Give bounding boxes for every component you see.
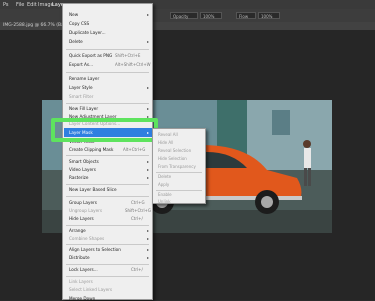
submenu-arrow-icon: ▸: [146, 228, 149, 233]
menu-item-export-as[interactable]: Export As...: [69, 62, 93, 67]
menu-item-layer-style[interactable]: Layer Style: [69, 85, 93, 90]
menu-item-create-clipping-mask[interactable]: Create Clipping Mask: [69, 147, 113, 152]
menu-separator: [66, 103, 149, 104]
submenu-arrow-icon: ▸: [146, 175, 149, 180]
menu-separator: [66, 72, 149, 73]
flow-label: Flow: [236, 12, 256, 19]
ps-logo-icon[interactable]: Ps: [3, 2, 9, 8]
submenu-arrow-icon: ▸: [146, 236, 149, 241]
submenu-item-hide-all[interactable]: Hide All: [158, 140, 173, 145]
options-bar: Opacity 100% Flow 100%: [0, 9, 375, 23]
menu-item-lock-layers[interactable]: Lock Layers...: [69, 267, 98, 272]
menu-file[interactable]: File: [16, 2, 24, 8]
opacity-label: Opacity: [170, 12, 198, 19]
menu-item-align-layers[interactable]: Align Layers to Selection: [69, 247, 121, 252]
shortcut-text: Shift+Ctrl+G: [125, 208, 152, 213]
menu-item-copy-css[interactable]: Copy CSS: [69, 21, 89, 26]
menu-separator: [66, 225, 149, 226]
menu-separator: [66, 264, 149, 265]
menu-item-group-layers[interactable]: Group Layers: [69, 200, 97, 205]
menu-item-duplicate-layer[interactable]: Duplicate Layer...: [69, 30, 106, 35]
submenu-arrow-icon: ▸: [146, 255, 149, 260]
submenu-item-reveal-all[interactable]: Reveal All: [158, 132, 178, 137]
shortcut-text: Alt+Ctrl+G: [123, 147, 146, 152]
menu-separator: [66, 155, 149, 156]
submenu-item-enable[interactable]: Enable: [158, 192, 172, 197]
menu-item-distribute[interactable]: Distribute: [69, 255, 90, 260]
menu-item-ungroup-layers[interactable]: Ungroup Layers: [69, 208, 102, 213]
menu-separator: [66, 196, 149, 197]
shortcut-text: Shift+Ctrl+E: [115, 53, 141, 58]
submenu-arrow-icon: ▸: [146, 39, 149, 44]
flow-field[interactable]: 100%: [258, 12, 280, 19]
menu-item-quick-export[interactable]: Quick Export as PNG: [69, 53, 112, 58]
menu-item-smart-objects[interactable]: Smart Objects: [69, 159, 99, 164]
menu-separator: [66, 276, 149, 277]
menu-item-delete[interactable]: Delete: [69, 39, 83, 44]
submenu-item-hide-selection[interactable]: Hide Selection: [158, 156, 187, 161]
menu-item-arrange[interactable]: Arrange: [69, 228, 86, 233]
menu-item-new[interactable]: New: [69, 12, 78, 17]
menu-item-merge-down[interactable]: Merge Down: [69, 296, 95, 301]
menu-separator: [66, 244, 149, 245]
document-tab-bar: IMG-2588.jpg @ 66.7% (Background, RGB/8): [0, 22, 375, 30]
menu-item-rename-layer[interactable]: Rename Layer: [69, 76, 99, 81]
menu-item-new-layer-based-slice[interactable]: New Layer Based Slice: [69, 187, 117, 192]
layer-menu: New ▸ Copy CSS Duplicate Layer... Delete…: [62, 3, 153, 301]
submenu-arrow-icon: ▸: [146, 247, 149, 252]
menu-item-rasterize[interactable]: Rasterize: [69, 175, 88, 180]
submenu-item-reveal-selection[interactable]: Reveal Selection: [158, 148, 191, 153]
submenu-arrow-icon: ▸: [146, 159, 149, 164]
submenu-item-delete[interactable]: Delete: [158, 174, 171, 179]
shortcut-text: Ctrl+/: [131, 216, 143, 221]
menu-item-video-layers[interactable]: Video Layers: [69, 167, 96, 172]
menu-item-select-linked-layers[interactable]: Select Linked Layers: [69, 287, 112, 292]
layer-mask-submenu: Reveal All Hide All Reveal Selection Hid…: [152, 128, 206, 204]
menu-separator: [66, 49, 149, 50]
submenu-item-from-transparency[interactable]: From Transparency: [158, 164, 196, 169]
submenu-item-unlink[interactable]: Unlink: [158, 199, 171, 204]
menu-bar: Ps File Edit Image Layer: [0, 0, 375, 9]
menu-item-smart-filter[interactable]: Smart Filter: [69, 94, 93, 99]
menu-item-new-fill-layer[interactable]: New Fill Layer: [69, 106, 98, 111]
submenu-arrow-icon: ▸: [146, 85, 149, 90]
menu-separator: [156, 172, 202, 173]
menu-edit[interactable]: Edit: [27, 2, 37, 8]
submenu-arrow-icon: ▸: [146, 167, 149, 172]
submenu-arrow-icon: ▸: [146, 12, 149, 17]
shortcut-text: Ctrl+G: [131, 200, 145, 205]
menu-item-hide-layers[interactable]: Hide Layers: [69, 216, 94, 221]
menu-item-link-layers[interactable]: Link Layers: [69, 279, 93, 284]
highlight-annotation-box: [51, 118, 158, 142]
shortcut-text: Alt+Shift+Ctrl+W: [115, 62, 151, 67]
menu-separator: [66, 184, 149, 185]
shortcut-text: Ctrl+/: [131, 267, 143, 272]
menu-separator: [156, 190, 202, 191]
opacity-field[interactable]: 100%: [200, 12, 222, 19]
menu-item-combine-shapes[interactable]: Combine Shapes: [69, 236, 104, 241]
submenu-arrow-icon: ▸: [146, 106, 149, 111]
submenu-item-apply[interactable]: Apply: [158, 182, 169, 187]
